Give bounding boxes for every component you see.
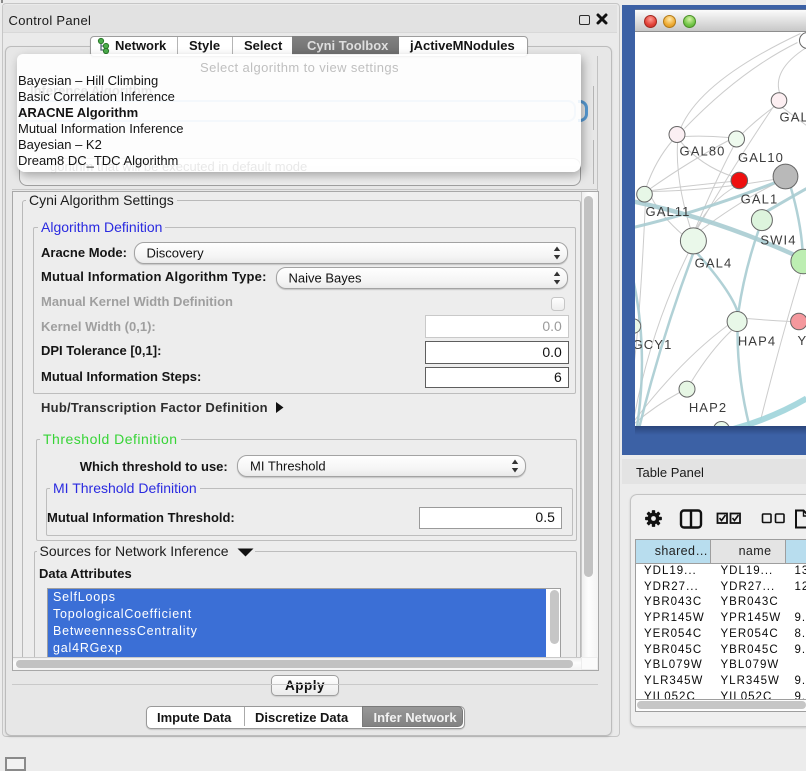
- svg-text:GAL10: GAL10: [738, 150, 784, 165]
- svg-text:GAL4: GAL4: [694, 255, 732, 270]
- svg-text:GAL1: GAL1: [740, 191, 778, 206]
- svg-text:YB: YB: [797, 333, 806, 348]
- svg-text:GAL7: GAL7: [779, 109, 806, 124]
- svg-text:GAL80: GAL80: [679, 143, 725, 158]
- svg-text:HAP2: HAP2: [688, 400, 726, 415]
- svg-text:GAL11: GAL11: [645, 204, 690, 219]
- svg-text:SWI4: SWI4: [760, 232, 796, 247]
- svg-text:GCY1: GCY1: [635, 337, 672, 352]
- svg-text:HAP4: HAP4: [737, 333, 775, 348]
